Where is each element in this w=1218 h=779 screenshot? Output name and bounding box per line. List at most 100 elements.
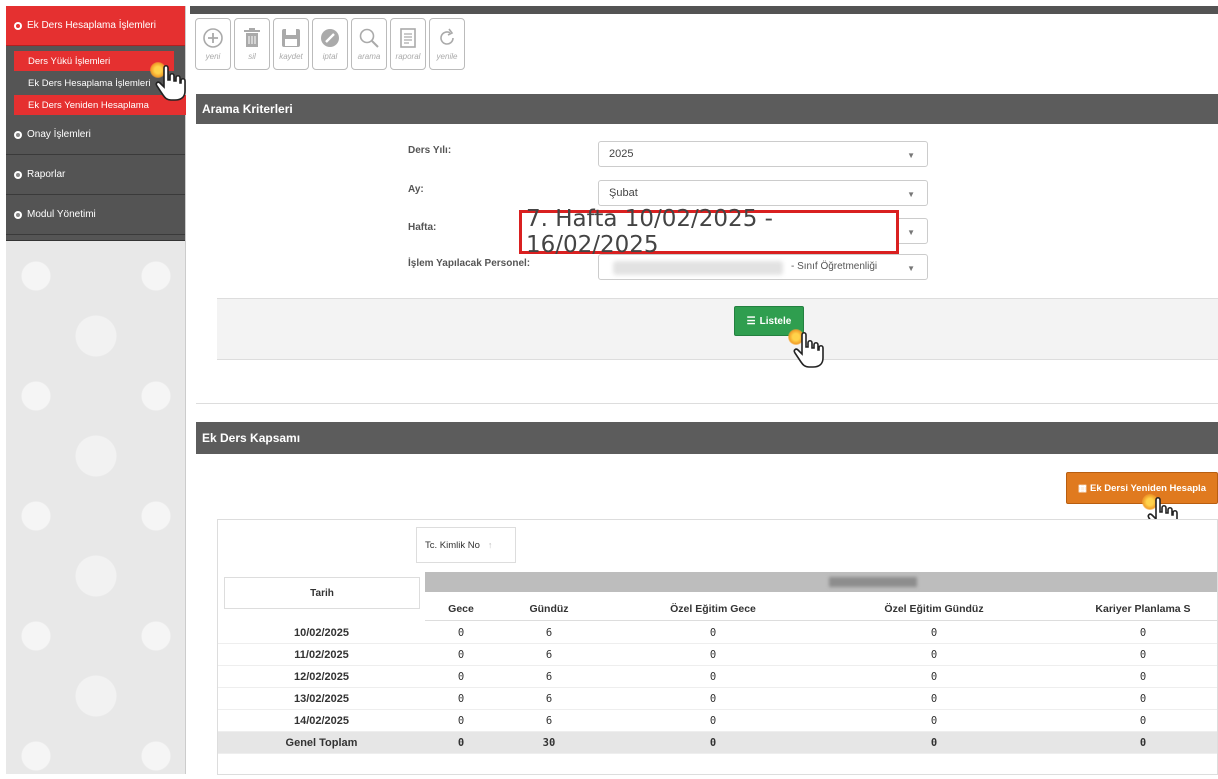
sort-arrow-icon: ↑ (487, 540, 493, 550)
report-button[interactable]: raporal (390, 18, 426, 70)
caret-down-icon: ▼ (907, 228, 915, 237)
toolbar-label: arama (357, 52, 381, 61)
save-icon (282, 29, 300, 47)
row-cell: 6 (545, 627, 553, 639)
row-date: 10/02/2025 (293, 627, 350, 639)
col-header-kariyer-planlama: Kariyer Planlama S (1043, 597, 1217, 621)
sidebar-section-label: Ek Ders Hesaplama İşlemleri (27, 20, 156, 31)
sidebar-section-ek-ders-hesaplama[interactable]: Ek Ders Hesaplama İşlemleri (6, 6, 185, 46)
row-cell: 0 (457, 693, 465, 705)
refresh-button[interactable]: yenile (429, 18, 465, 70)
save-button[interactable]: kaydet (273, 18, 309, 70)
personel-select[interactable]: - Sınıf Öğretmenliği ▼ (598, 254, 928, 280)
new-button[interactable]: yeni (195, 18, 231, 70)
row-cell: 0 (930, 693, 938, 705)
row-cell: 0 (457, 671, 465, 683)
table-row: 14/02/2025 0 6 0 0 0 (218, 710, 1217, 732)
tc-kimlik-label: Tc. Kimlik No (425, 539, 480, 551)
list-icon: ☰ (746, 315, 756, 327)
row-date: 14/02/2025 (293, 715, 350, 727)
table-row: 10/02/2025 0 6 0 0 0 (218, 622, 1217, 644)
sidebar-item-label: Ek Ders Yeniden Hesaplama (28, 99, 149, 111)
table-row: 12/02/2025 0 6 0 0 0 (218, 666, 1217, 688)
row-cell: 6 (545, 671, 553, 683)
delete-button[interactable]: sil (234, 18, 270, 70)
sidebar-section-modul-yonetimi[interactable]: Modul Yönetimi (6, 195, 185, 235)
personel-group-bar (425, 572, 1217, 592)
total-label: Genel Toplam (285, 737, 358, 749)
hafta-value: 7. Hafta 10/02/2025 - 16/02/2025 (526, 206, 773, 258)
arama-kriterleri-header: Arama Kriterleri (196, 94, 1218, 124)
toolbar-label: raporal (395, 52, 421, 61)
sidebar-divider (6, 235, 185, 241)
yeniden-hesapla-label: Ek Dersi Yeniden Hesapla (1089, 482, 1206, 494)
tc-kimlik-header[interactable]: Tc. Kimlik No ↑ (416, 527, 516, 563)
ek-ders-kapsami-header: Ek Ders Kapsamı (196, 422, 1218, 454)
hand-cursor-icon (788, 329, 826, 369)
table-total-row: Genel Toplam 0 30 0 0 0 (218, 732, 1217, 754)
blurred-personel-name (613, 261, 783, 275)
row-cell: 0 (457, 715, 465, 727)
table-row: 11/02/2025 0 6 0 0 0 (218, 644, 1217, 666)
toolbar-label: yeni (205, 52, 221, 61)
row-cell: 0 (930, 649, 938, 661)
toolbar-label: kaydet (279, 52, 303, 61)
total-cell: 0 (709, 737, 717, 749)
row-cell: 6 (545, 693, 553, 705)
ek-ders-table: Tc. Kimlik No ↑ Tarih Gece Gündüz Özel E… (217, 519, 1218, 775)
tarih-header: Tarih (224, 577, 420, 609)
col-header-gunduz: Gündüz (497, 597, 601, 621)
row-date: 11/02/2025 (294, 649, 349, 661)
top-bar (190, 6, 1218, 14)
personel-label: İşlem Yapılacak Personel: (408, 258, 531, 269)
caret-down-icon: ▼ (907, 264, 915, 273)
cancel-icon (321, 29, 339, 47)
search-button[interactable]: arama (351, 18, 387, 70)
row-cell: 0 (709, 693, 717, 705)
row-cell: 0 (1139, 693, 1147, 705)
row-cell: 0 (1139, 627, 1147, 639)
total-cell: 0 (457, 737, 465, 749)
row-cell: 6 (545, 649, 553, 661)
caret-down-icon: ▼ (907, 151, 915, 160)
ders-yili-select[interactable]: 2025 ▼ (598, 141, 928, 167)
hafta-highlight-callout: 7. Hafta 10/02/2025 - 16/02/2025 (519, 206, 899, 258)
sidebar-section-raporlar[interactable]: Raporlar (6, 155, 185, 195)
blurred-personel-id (829, 577, 917, 587)
row-cell: 0 (457, 627, 465, 639)
search-action-area (217, 298, 1218, 360)
cancel-button[interactable]: iptal (312, 18, 348, 70)
row-cell: 0 (930, 627, 938, 639)
ders-yili-label: Ders Yılı: (408, 145, 452, 156)
personel-value-suffix: - Sınıf Öğretmenliği (791, 261, 878, 272)
caret-down-icon: ▼ (907, 190, 915, 199)
toolbar-label: iptal (322, 52, 338, 61)
refresh-icon (440, 28, 454, 45)
total-cell: 0 (1139, 737, 1147, 749)
total-cell: 30 (542, 737, 556, 749)
toolbar-label: sil (248, 52, 256, 61)
row-cell: 0 (1139, 649, 1147, 661)
calculator-icon: ▦ (1078, 482, 1087, 494)
total-cell: 0 (930, 737, 938, 749)
row-date: 12/02/2025 (293, 671, 350, 683)
sidebar-item-label: Ders Yükü İşlemleri (28, 55, 111, 67)
tarih-label: Tarih (310, 587, 334, 599)
plus-circle-icon (203, 28, 223, 48)
bullet-icon (14, 170, 22, 179)
row-cell: 0 (457, 649, 465, 661)
row-cell: 0 (930, 715, 938, 727)
row-cell: 0 (930, 671, 938, 683)
bullet-icon (14, 21, 22, 30)
ay-value: Şubat (609, 187, 638, 199)
row-cell: 6 (545, 715, 553, 727)
toolbar-label: yenile (436, 52, 458, 61)
ders-yili-value: 2025 (609, 148, 634, 160)
toolbar: yeni sil kaydet iptal arama raporal yeni… (195, 18, 465, 70)
ay-select[interactable]: Şubat ▼ (598, 180, 928, 206)
ay-label: Ay: (408, 184, 424, 195)
panel-title: Ek Ders Kapsamı (202, 431, 301, 445)
sidebar-section-onay[interactable]: Onay İşlemleri (6, 115, 185, 155)
sidebar-section-label: Modul Yönetimi (27, 209, 96, 220)
hafta-label: Hafta: (408, 222, 437, 233)
